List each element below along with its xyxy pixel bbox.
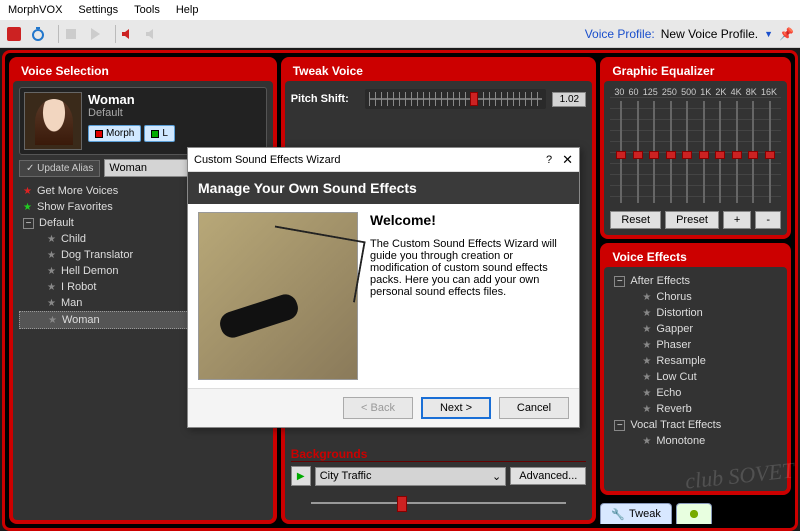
panel-title: Tweak Voice [285, 61, 593, 81]
menu-tools[interactable]: Tools [134, 4, 160, 16]
sound-effects-wizard-dialog: Custom Sound Effects Wizard ? ✕ Manage Y… [187, 147, 580, 428]
wrench-icon: 🔧 [611, 508, 625, 521]
morph-button[interactable]: Morph [88, 125, 141, 142]
effect-reverb[interactable]: ★Reverb [610, 401, 781, 417]
dialog-help-button[interactable]: ? [546, 154, 552, 166]
tab-manage[interactable] [676, 503, 712, 524]
menu-bar: MorphVOX Settings Tools Help [0, 0, 800, 20]
effect-monotone[interactable]: ★Monotone [610, 433, 781, 449]
pitch-slider[interactable] [365, 89, 547, 109]
chevron-down-icon: ⌄ [492, 470, 501, 483]
speaker-icon[interactable] [144, 26, 160, 42]
pin-icon[interactable]: 📌 [779, 27, 794, 41]
play-icon [151, 130, 159, 138]
toolbar: Voice Profile: New Voice Profile. ▼ 📌 [0, 20, 800, 48]
eq-band-125[interactable] [647, 101, 661, 203]
eq-band-2k[interactable] [713, 101, 727, 203]
pitch-value[interactable]: 1.02 [552, 92, 586, 107]
dialog-header: Manage Your Own Sound Effects [188, 172, 579, 204]
play-icon[interactable] [87, 26, 103, 42]
dialog-close-button[interactable]: ✕ [562, 152, 573, 168]
effect-echo[interactable]: ★Echo [610, 385, 781, 401]
current-voice-subtitle: Default [88, 107, 262, 119]
voice-profile-label: Voice Profile: [585, 27, 655, 41]
eq-plus-button[interactable]: + [723, 211, 751, 229]
voice-effects-panel: Voice Effects −After Effects ★Chorus ★Di… [600, 243, 791, 495]
effect-resample[interactable]: ★Resample [610, 353, 781, 369]
preferences-icon[interactable] [6, 26, 22, 42]
menu-help[interactable]: Help [176, 4, 199, 16]
eq-band-8k[interactable] [746, 101, 760, 203]
bottom-tabs: 🔧Tweak [600, 503, 791, 524]
dialog-welcome-heading: Welcome! [370, 212, 569, 228]
effect-distortion[interactable]: ★Distortion [610, 305, 781, 321]
effect-gapper[interactable]: ★Gapper [610, 321, 781, 337]
effects-group-after[interactable]: −After Effects [610, 273, 781, 289]
stop-icon[interactable] [63, 26, 79, 42]
eq-band-16k[interactable] [763, 101, 777, 203]
advanced-button[interactable]: Advanced... [510, 467, 586, 485]
eq-minus-button[interactable]: - [755, 211, 781, 229]
background-volume-slider[interactable] [291, 492, 587, 514]
microphone-image [198, 212, 358, 380]
pitch-label: Pitch Shift: [291, 93, 359, 105]
cancel-button[interactable]: Cancel [499, 397, 569, 419]
listen-button[interactable]: L [144, 125, 175, 142]
effect-phaser[interactable]: ★Phaser [610, 337, 781, 353]
background-select[interactable]: City Traffic⌄ [315, 467, 507, 486]
effect-lowcut[interactable]: ★Low Cut [610, 369, 781, 385]
panel-title: Graphic Equalizer [604, 61, 787, 81]
menu-settings[interactable]: Settings [78, 4, 118, 16]
eq-preset-button[interactable]: Preset [665, 211, 719, 229]
equalizer-panel: Graphic Equalizer 30601252505001K2K4K8K1… [600, 57, 791, 239]
background-play-button[interactable]: ▶ [291, 466, 311, 486]
effects-group-vocal-tract[interactable]: −Vocal Tract Effects [610, 417, 781, 433]
chevron-down-icon[interactable]: ▼ [764, 29, 773, 39]
eq-band-30[interactable] [614, 101, 628, 203]
eq-band-4k[interactable] [730, 101, 744, 203]
update-alias-button[interactable]: ✓ Update Alias [19, 160, 100, 177]
tab-tweak[interactable]: 🔧Tweak [600, 503, 672, 524]
dialog-body-text: The Custom Sound Effects Wizard will gui… [370, 238, 569, 298]
menu-morphvox[interactable]: MorphVOX [8, 4, 62, 16]
gear-icon [687, 507, 701, 521]
current-voice-name: Woman [88, 92, 262, 107]
dialog-title: Custom Sound Effects Wizard [194, 154, 341, 166]
eq-band-60[interactable] [631, 101, 645, 203]
effect-chorus[interactable]: ★Chorus [610, 289, 781, 305]
next-button[interactable]: Next > [421, 397, 491, 419]
current-voice-header: Woman Default Morph L [19, 87, 267, 155]
backgrounds-header: Backgrounds [291, 447, 587, 462]
eq-band-500[interactable] [680, 101, 694, 203]
eq-band-labels: 30601252505001K2K4K8K16K [610, 87, 781, 97]
record-icon [95, 130, 103, 138]
voice-profile-value[interactable]: New Voice Profile. [661, 27, 758, 41]
mute-icon[interactable] [120, 26, 136, 42]
eq-sliders [610, 97, 781, 207]
panel-title: Voice Effects [604, 247, 787, 267]
stopwatch-icon[interactable] [30, 26, 46, 42]
eq-band-1k[interactable] [697, 101, 711, 203]
separator [115, 25, 116, 43]
back-button: < Back [343, 397, 413, 419]
eq-reset-button[interactable]: Reset [610, 211, 661, 229]
avatar [24, 92, 82, 150]
separator [58, 25, 59, 43]
panel-title: Voice Selection [13, 61, 273, 81]
eq-band-250[interactable] [664, 101, 678, 203]
